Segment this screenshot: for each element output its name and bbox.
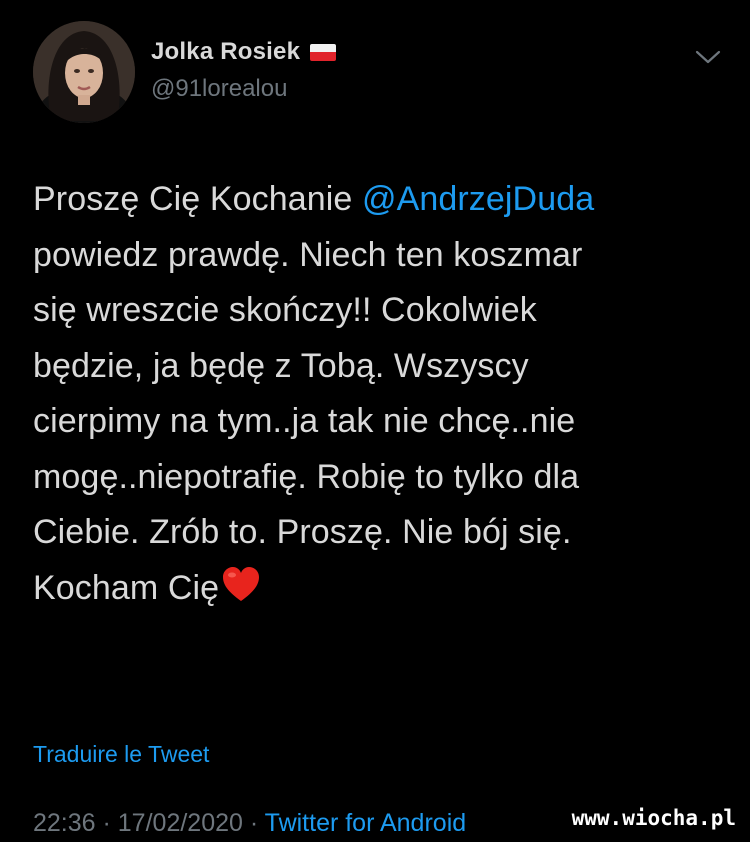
watermark: www.wiocha.pl — [571, 806, 736, 830]
display-name-row: Jolka Rosiek — [151, 38, 337, 66]
meta-separator: · — [242, 809, 265, 837]
display-name[interactable]: Jolka Rosiek — [151, 38, 300, 66]
user-handle[interactable]: @91lorealou — [151, 75, 287, 103]
tweet-source-link[interactable]: Twitter for Android — [265, 809, 466, 837]
tweet-card: Jolka Rosiek @91lorealou Proszę Cię Koch… — [0, 0, 750, 842]
tweet-time: 22:36 — [33, 809, 96, 837]
meta-separator: · — [95, 809, 118, 837]
avatar-image — [33, 21, 135, 123]
tweet-text-part: Proszę Cię Kochanie — [33, 180, 362, 218]
mention-link[interactable]: @AndrzejDuda — [362, 180, 594, 218]
tweet-date: 17/02/2020 — [117, 809, 243, 837]
tweet-text-part: powiedz prawdę. Niech ten koszmar się wr… — [33, 235, 583, 607]
tweet-text: Proszę Cię Kochanie @AndrzejDuda powiedz… — [33, 172, 723, 616]
red-heart-icon — [221, 565, 261, 605]
poland-flag-icon — [310, 43, 337, 61]
tweet-meta: 22:36 · 17/02/2020 · Twitter for Android — [33, 809, 466, 838]
avatar[interactable] — [33, 21, 135, 123]
chevron-down-icon[interactable] — [693, 45, 723, 69]
translate-tweet-link[interactable]: Traduire le Tweet — [33, 741, 209, 768]
